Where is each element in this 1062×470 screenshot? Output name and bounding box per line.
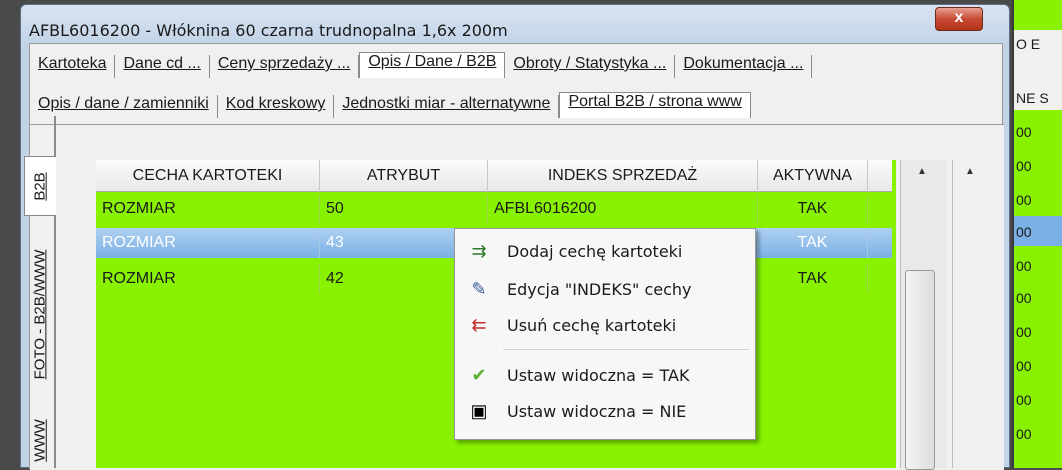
checkmark-icon: ✔ xyxy=(471,364,487,385)
menu-item-visible-no[interactable]: ▣ Ustaw widoczna = NIE xyxy=(455,393,755,429)
background-title: O E xyxy=(1016,36,1041,52)
background-col: NE S xyxy=(1016,90,1049,106)
cell: 00 xyxy=(1016,358,1032,374)
cell: TAK xyxy=(758,228,868,258)
cell: 00 xyxy=(1016,392,1032,408)
vtab-b2b[interactable]: B2B xyxy=(24,156,56,216)
menu-label: Ustaw widoczna = NIE xyxy=(507,401,687,421)
tab-dane-cd[interactable]: Dane cd ... xyxy=(115,55,210,78)
col-atrybut[interactable]: ATRYBUT xyxy=(320,160,488,192)
menu-item-add[interactable]: ⇉ Dodaj cechę kartoteki xyxy=(455,233,755,269)
menu-label: Dodaj cechę kartoteki xyxy=(507,241,683,261)
cell: TAK xyxy=(758,194,868,224)
cell: ROZMIAR xyxy=(96,194,320,224)
cell: ROZMIAR xyxy=(96,228,320,258)
subtab-jednostki[interactable]: Jednostki miar - alternatywne xyxy=(334,95,560,118)
menu-label: Usuń cechę kartoteki xyxy=(507,315,677,335)
vtab-foto-label: FOTO - B2B/WWW xyxy=(31,249,49,379)
vtab-foto[interactable]: FOTO - B2B/WWW xyxy=(24,226,56,402)
cell: 50 xyxy=(320,194,488,224)
scroll-up-icon[interactable]: ▲ xyxy=(965,166,975,177)
remove-feature-icon: ⇇ xyxy=(471,314,487,335)
col-cecha[interactable]: CECHA KARTOTEKI xyxy=(96,160,320,192)
scroll-thumb[interactable] xyxy=(905,270,935,470)
vertical-tabs: B2B FOTO - B2B/WWW WWW xyxy=(24,116,56,468)
cell: AFBL6016200 xyxy=(488,194,758,224)
tab-kartoteka[interactable]: Kartoteka xyxy=(30,55,116,78)
subtab-kod[interactable]: Kod kreskowy xyxy=(218,95,335,118)
close-button[interactable]: x xyxy=(935,7,983,31)
subtab-portal[interactable]: Portal B2B / strona www xyxy=(559,92,751,118)
add-feature-icon: ⇉ xyxy=(471,240,487,261)
window-title: AFBL6016200 - Włóknina 60 czarna trudnop… xyxy=(29,21,508,40)
cell: 00 xyxy=(1016,258,1032,274)
edit-index-icon: ✎ xyxy=(471,278,487,299)
cell: 00 xyxy=(1016,224,1032,240)
sub-tabs: Opis / dane / zamienniki Kod kreskowy Je… xyxy=(30,90,751,118)
menu-separator xyxy=(503,349,749,350)
menu-item-remove[interactable]: ⇇ Usuń cechę kartoteki xyxy=(455,307,755,343)
grid-header: CECHA KARTOTEKI ATRYBUT INDEKS SPRZEDAŻ … xyxy=(96,160,892,192)
background-window-grid: O E NE S 00 00 00 00 00 00 00 00 00 00 xyxy=(1012,0,1062,468)
col-indeks[interactable]: INDEKS SPRZEDAŻ xyxy=(488,160,758,192)
cell: 00 xyxy=(1016,124,1032,140)
cell: 00 xyxy=(1016,426,1032,442)
grid-scrollbar[interactable]: ▲ xyxy=(900,160,946,470)
top-tabs: Kartoteka Dane cd ... Ceny sprzedaży ...… xyxy=(30,50,813,78)
square-icon: ▣ xyxy=(470,400,488,421)
vtab-www[interactable]: WWW xyxy=(24,412,56,468)
scroll-up-icon[interactable]: ▲ xyxy=(917,166,927,177)
subtab-opis[interactable]: Opis / dane / zamienniki xyxy=(30,95,218,118)
tab-ceny[interactable]: Ceny sprzedaży ... xyxy=(210,55,360,78)
cell: ROZMIAR xyxy=(96,264,320,294)
menu-label: Edycja "INDEKS" cechy xyxy=(507,279,692,299)
menu-item-visible-yes[interactable]: ✔ Ustaw widoczna = TAK xyxy=(455,357,755,393)
cell: TAK xyxy=(758,264,868,294)
cell: 00 xyxy=(1016,290,1032,306)
tab-opis-b2b[interactable]: Opis / Dane / B2B xyxy=(359,52,506,78)
cell: 00 xyxy=(1016,158,1032,174)
context-menu: ⇉ Dodaj cechę kartoteki ✎ Edycja "INDEKS… xyxy=(454,228,756,440)
tab-dokumentacja[interactable]: Dokumentacja ... xyxy=(675,55,813,78)
vtab-b2b-label: B2B xyxy=(31,171,49,201)
panel-scrollbar[interactable]: ▲ xyxy=(952,160,988,468)
vtab-www-label: WWW xyxy=(31,418,49,462)
table-row[interactable]: ROZMIAR 50 AFBL6016200 TAK xyxy=(96,194,892,224)
col-aktywna[interactable]: AKTYWNA xyxy=(758,160,868,192)
background-header: O E NE S xyxy=(1014,30,1062,110)
menu-label: Ustaw widoczna = TAK xyxy=(507,365,690,385)
menu-item-edit[interactable]: ✎ Edycja "INDEKS" cechy xyxy=(455,271,755,307)
tab-obroty[interactable]: Obroty / Statystyka ... xyxy=(505,55,676,78)
cell: 00 xyxy=(1016,324,1032,340)
cell: 00 xyxy=(1016,192,1032,208)
